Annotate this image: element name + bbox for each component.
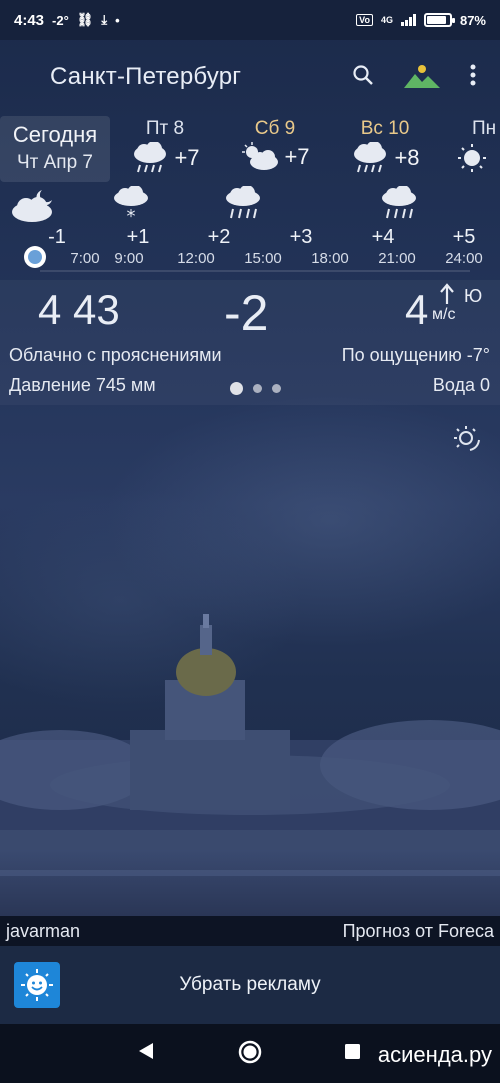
partly-cloudy-icon bbox=[242, 142, 279, 170]
wind-direction: Ю bbox=[464, 286, 483, 306]
search-icon[interactable] bbox=[352, 64, 374, 91]
page-dot bbox=[272, 384, 281, 393]
page-indicator[interactable] bbox=[230, 382, 281, 395]
hourly-forecast: * -1 +1 +2 +3 +4 +5 7:00 9:00 12:00 15:0… bbox=[0, 184, 500, 274]
status-temp: -2° bbox=[52, 12, 69, 28]
background-picture-icon[interactable] bbox=[404, 62, 440, 93]
cathedral-silhouette bbox=[0, 614, 500, 916]
tab-day-sat[interactable]: Сб 9 +7 bbox=[230, 118, 320, 172]
rain-cloud-icon bbox=[382, 186, 416, 219]
download-icon: ⤓ bbox=[101, 12, 108, 27]
rain-cloud-icon bbox=[226, 186, 260, 219]
svg-text:*: * bbox=[127, 206, 136, 226]
wind-unit: м/с bbox=[432, 306, 456, 323]
remove-ads-label[interactable]: Убрать рекламу bbox=[0, 974, 500, 996]
hour-time: 21:00 bbox=[378, 250, 416, 267]
today-label: Сегодня bbox=[12, 122, 98, 147]
day-label: Пт 8 bbox=[145, 118, 185, 139]
hour-time: 9:00 bbox=[114, 250, 144, 267]
recents-icon[interactable] bbox=[345, 1044, 360, 1064]
home-icon[interactable] bbox=[238, 1040, 262, 1069]
current-temperature: -2 bbox=[224, 285, 269, 341]
day-label: Сб 9 bbox=[254, 118, 296, 139]
photo-author[interactable]: javarman bbox=[6, 921, 80, 942]
cloudy-night-icon bbox=[12, 190, 52, 222]
link-icon: ⛓ bbox=[76, 12, 94, 27]
status-bar: 4:43 -2° ⛓ ⤓ • Vo 4G 87% bbox=[0, 0, 500, 40]
tab-day-sun[interactable]: Вс 10 +8 bbox=[340, 118, 430, 174]
page-dot bbox=[230, 382, 243, 395]
hour-time: 12:00 bbox=[177, 250, 215, 267]
pressure-text: Давление 745 мм bbox=[9, 375, 156, 395]
back-icon[interactable] bbox=[138, 1042, 154, 1065]
condition-text: Облачно с прояснениями bbox=[9, 345, 222, 365]
hour-temp: +2 bbox=[207, 226, 231, 248]
day-temp: +8 bbox=[394, 145, 420, 170]
battery-icon bbox=[423, 13, 455, 27]
hour-time: 24:00 bbox=[445, 250, 483, 267]
day-label: Пн bbox=[472, 118, 497, 139]
volte-icon: Vo bbox=[356, 14, 373, 26]
hour-temp: +1 bbox=[126, 226, 150, 248]
hour-temp: -1 bbox=[48, 226, 66, 248]
snow-cloud-icon: * bbox=[114, 186, 148, 226]
tab-day-mon[interactable]: Пн bbox=[456, 118, 500, 174]
hour-temp: +5 bbox=[452, 226, 476, 248]
current-clock: 4 43 bbox=[38, 286, 120, 333]
toolbar: Санкт-Петербург bbox=[0, 50, 500, 104]
network-label: 4G bbox=[380, 15, 393, 25]
sun-icon bbox=[458, 144, 486, 172]
app-logo-icon bbox=[14, 962, 60, 1008]
rain-cloud-icon bbox=[354, 142, 387, 173]
battery-percent: 87% bbox=[459, 12, 486, 28]
watermark: асиенда.ру bbox=[377, 1042, 492, 1067]
remove-ads-bar[interactable]: Убрать рекламу bbox=[0, 946, 500, 1024]
wind-speed: 4 bbox=[405, 286, 429, 333]
day-label: Вс 10 bbox=[360, 118, 410, 139]
rain-cloud-icon bbox=[134, 142, 167, 173]
day-temp: +7 bbox=[284, 144, 310, 169]
sun-moon-icon[interactable] bbox=[452, 424, 482, 459]
credits-bar: javarman Прогноз от Foreca bbox=[0, 916, 500, 946]
system-nav-bar: асиенда.ру bbox=[0, 1024, 500, 1083]
status-time: 4:43 bbox=[14, 11, 45, 29]
hour-time: 18:00 bbox=[311, 250, 349, 267]
water-temp-text: Вода 0 bbox=[432, 375, 490, 395]
tab-day-fri[interactable]: Пт 8 +7 bbox=[120, 118, 210, 174]
current-time-marker bbox=[24, 246, 46, 268]
dot-icon: • bbox=[115, 12, 120, 28]
feels-like-text: По ощущению -7° bbox=[341, 345, 490, 365]
hour-temp: +3 bbox=[289, 226, 313, 248]
today-date: Чт Апр 7 bbox=[16, 152, 94, 173]
hour-time: 7:00 bbox=[70, 250, 100, 267]
hour-time: 15:00 bbox=[244, 250, 282, 267]
page-dot bbox=[253, 384, 262, 393]
battery-fill bbox=[426, 16, 446, 24]
daily-forecast-strip: Сегодня Чт Апр 7 Пт 8 +7 Сб 9 +7 Вс 10 +… bbox=[0, 112, 500, 182]
city-title[interactable]: Санкт-Петербург bbox=[50, 63, 241, 91]
tab-today[interactable]: Сегодня Чт Апр 7 bbox=[0, 116, 110, 182]
signal-icon bbox=[400, 14, 416, 26]
hour-temp: +4 bbox=[371, 226, 395, 248]
hourly-timeline bbox=[40, 270, 470, 272]
day-temp: +7 bbox=[174, 145, 200, 170]
forecast-provider[interactable]: Прогноз от Foreca bbox=[343, 921, 494, 942]
more-menu-icon[interactable] bbox=[470, 64, 476, 91]
